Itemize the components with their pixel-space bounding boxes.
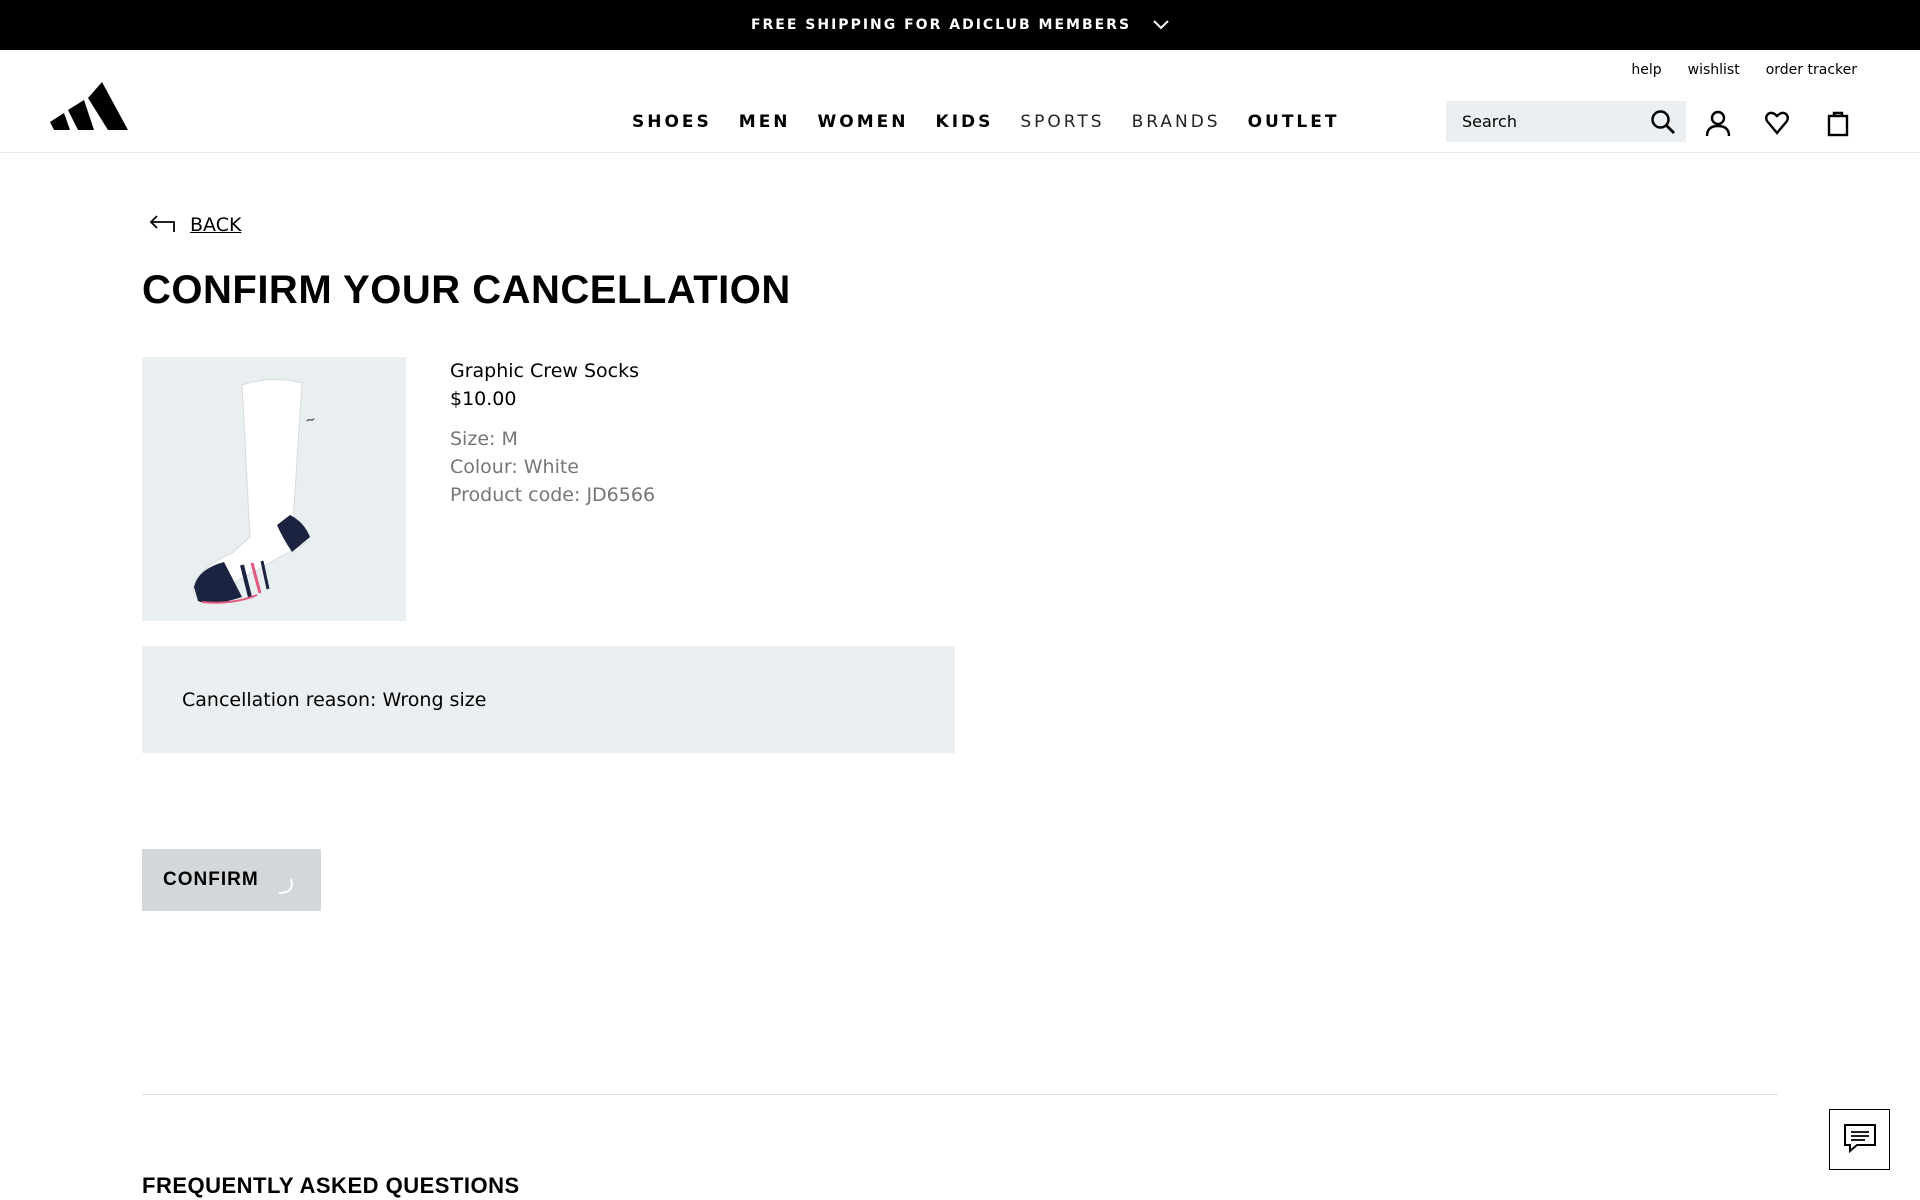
search-box: [1446, 101, 1686, 142]
nav-item-outlet[interactable]: OUTLET: [1248, 112, 1340, 132]
back-link[interactable]: BACK: [148, 210, 241, 239]
loading-spinner-icon: [269, 871, 295, 897]
chat-button[interactable]: [1829, 1109, 1890, 1170]
confirm-button[interactable]: CONFIRM: [142, 849, 321, 911]
page-title: CONFIRM YOUR CANCELLATION: [142, 268, 791, 312]
nav-item-men[interactable]: MEN: [739, 112, 791, 132]
wishlist-link[interactable]: wishlist: [1688, 62, 1740, 78]
product-image: ~: [142, 357, 406, 621]
chevron-down-icon: [1153, 20, 1169, 30]
cancellation-reason-text: Cancellation reason: Wrong size: [182, 688, 487, 711]
back-label: BACK: [190, 213, 242, 236]
account-icon[interactable]: [1704, 109, 1732, 137]
product-colour: Colour: White: [450, 456, 580, 478]
search-icon[interactable]: [1650, 109, 1676, 139]
chat-icon: [1843, 1123, 1877, 1157]
section-divider: [142, 1094, 1778, 1095]
back-arrow-icon: [148, 210, 176, 239]
adidas-logo[interactable]: [50, 82, 128, 130]
faq-title: FREQUENTLY ASKED QUESTIONS: [142, 1173, 520, 1198]
product-size: Size: M: [450, 428, 518, 450]
product-price: $10.00: [450, 388, 517, 410]
search-input[interactable]: [1460, 111, 1650, 132]
nav-item-women[interactable]: WOMEN: [818, 112, 909, 132]
main-nav: SHOES MEN WOMEN KIDS SPORTS BRANDS OUTLE…: [632, 112, 1339, 132]
nav-item-sports[interactable]: SPORTS: [1020, 112, 1104, 132]
product-name: Graphic Crew Socks: [450, 360, 640, 382]
wishlist-heart-icon[interactable]: [1763, 109, 1791, 137]
product-code: Product code: JD6566: [450, 484, 656, 506]
product-info: Graphic Crew Socks $10.00 Size: M Colour…: [450, 357, 655, 509]
promo-text: FREE SHIPPING FOR ADICLUB MEMBERS: [750, 17, 1132, 33]
order-tracker-link[interactable]: order tracker: [1766, 62, 1857, 78]
promo-banner[interactable]: FREE SHIPPING FOR ADICLUB MEMBERS: [0, 0, 1920, 50]
svg-text:~: ~: [304, 412, 318, 429]
confirm-label: CONFIRM: [163, 869, 259, 890]
cancellation-reason-box: Cancellation reason: Wrong size: [142, 646, 955, 753]
nav-item-brands[interactable]: BRANDS: [1132, 112, 1221, 132]
utility-links: help wishlist order tracker: [1631, 62, 1857, 78]
nav-item-kids[interactable]: KIDS: [936, 112, 994, 132]
bag-icon[interactable]: [1824, 109, 1852, 137]
help-link[interactable]: help: [1631, 62, 1661, 78]
site-header: help wishlist order tracker SHOES MEN WO…: [0, 50, 1920, 153]
nav-item-shoes[interactable]: SHOES: [632, 112, 712, 132]
